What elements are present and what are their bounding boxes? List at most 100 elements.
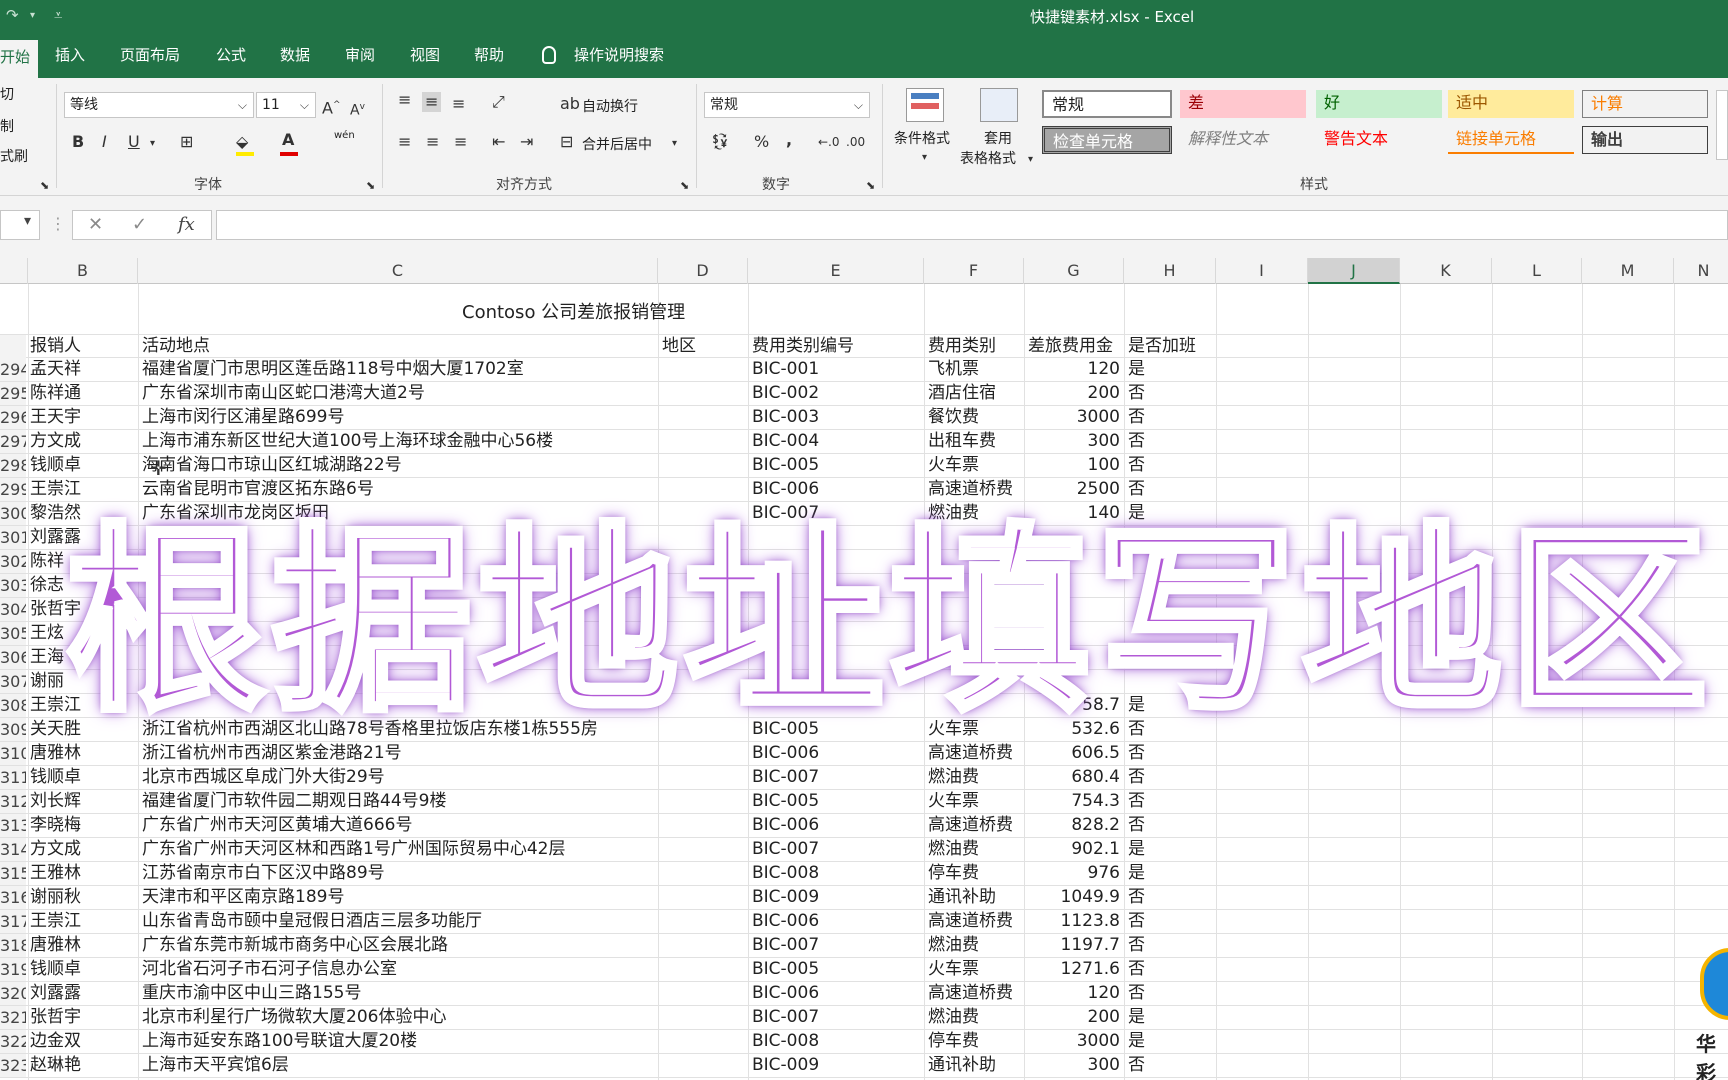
cell-category-code[interactable]: BIC-007 [752,766,819,789]
row-number[interactable]: 306 [0,646,26,669]
cell-amount[interactable]: 680.4 [1024,766,1120,789]
style-linked-cell[interactable]: 链接单元格 [1448,126,1574,154]
cell-overtime[interactable]: 否 [1128,382,1145,405]
col-header-j[interactable]: J [1308,258,1400,284]
cell-category[interactable]: 餐饮费 [928,406,979,429]
cell-location[interactable]: 上海市浦东新区世纪大道100号上海环球金融中心56楼 [142,430,656,453]
cell-overtime[interactable]: 否 [1128,934,1145,957]
alignment-launcher-icon[interactable]: ⬊ [680,176,689,196]
col-header-g[interactable]: G [1024,258,1124,284]
sheet-title[interactable]: Contoso 公司差旅报销管理 [462,298,685,324]
cell-location[interactable]: 广东省深圳市南山区蛇口港湾大道2号 [142,382,656,405]
cell-location[interactable]: 云南省昆明市官渡区拓东路6号 [142,478,656,501]
cut-button[interactable]: 剪切 [0,84,14,104]
row-number[interactable]: 311 [0,766,26,789]
cell-reimburser[interactable]: 唐雅林 [30,934,81,957]
row-number[interactable] [0,335,26,358]
merge-center-button[interactable]: 合并后居中 [582,134,652,154]
align-center-icon[interactable]: ≡ [426,132,439,152]
decrease-decimal-icon[interactable]: .00 [846,132,865,152]
clipboard-launcher-icon[interactable]: ⬊ [40,176,49,196]
cell-overtime[interactable]: 是 [1128,358,1145,381]
row-number[interactable]: 297 [0,430,26,453]
col-header-f[interactable]: F [924,258,1024,284]
cell-category-code[interactable]: BIC-009 [752,1054,819,1077]
style-explanatory[interactable]: 解释性文本 [1180,126,1306,154]
row-number[interactable]: 315 [0,862,26,885]
cell-category[interactable]: 出租车费 [928,430,996,453]
cell-category[interactable]: 火车票 [928,790,979,813]
cell-location[interactable]: 广东省广州市天河区黄埔大道666号 [142,814,656,837]
cell-reimburser[interactable]: 赵琳艳 [30,1054,81,1077]
row-number[interactable]: 302 [0,550,26,573]
cell-amount[interactable]: 120 [1024,982,1120,1005]
row-number[interactable]: 305 [0,622,26,645]
cell-amount[interactable]: 120 [1024,358,1120,381]
row-number[interactable]: 299 [0,478,26,501]
cancel-icon[interactable]: ✕ [88,214,103,235]
cell-reimburser[interactable]: 谢丽 [30,670,64,693]
row-number[interactable]: 323 [0,1054,26,1077]
accounting-format-icon[interactable]: 💱︎ [710,132,730,152]
cell-amount[interactable]: 1123.8 [1024,910,1120,933]
customize-quick-access-icon[interactable]: ⩡ [54,6,62,24]
underline-dropdown-icon[interactable]: ▾ [150,134,155,154]
cell-category-code[interactable]: BIC-005 [752,454,819,477]
cell-reimburser[interactable]: 李晓梅 [30,814,81,837]
cell-reimburser[interactable]: 钱顺卓 [30,766,81,789]
cell-reimburser[interactable]: 徐志 [30,574,64,597]
font-color-icon[interactable]: A [282,130,294,150]
cell-category-code[interactable]: BIC-007 [752,838,819,861]
tab-page-layout[interactable]: 页面布局 [120,42,180,78]
cell-location[interactable]: 上海市延安东路100号联谊大厦20楼 [142,1030,656,1053]
col-header-d[interactable]: D [658,258,748,284]
cell-overtime[interactable]: 否 [1128,430,1145,453]
cell-amount[interactable]: 300 [1024,430,1120,453]
cell-overtime[interactable]: 否 [1128,790,1145,813]
cell-amount[interactable]: 1049.9 [1024,886,1120,909]
cell-category[interactable]: 燃油费 [928,934,979,957]
orientation-icon[interactable]: ⤢ [492,92,505,112]
bold-icon[interactable]: B [72,132,84,152]
format-painter-button[interactable]: 格式刷 [0,146,28,166]
cell-overtime[interactable]: 否 [1128,958,1145,981]
header-reimburser[interactable]: 报销人 [30,335,81,358]
cell-category-code[interactable]: BIC-002 [752,382,819,405]
merge-center-icon[interactable]: ⊟ [560,132,573,152]
cell-location[interactable]: 北京市西城区阜成门外大街29号 [142,766,656,789]
cell-amount[interactable]: 1271.6 [1024,958,1120,981]
cell-reimburser[interactable]: 孟天祥 [30,358,81,381]
cell-amount[interactable]: 902.1 [1024,838,1120,861]
cell-category-code[interactable]: BIC-006 [752,910,819,933]
style-calculation[interactable]: 计算 [1582,90,1708,118]
cell-location[interactable]: 海南省海口市琼山区红城湖路22号 [142,454,656,477]
cell-location[interactable]: 福建省厦门市软件园二期观日路44号9楼 [142,790,656,813]
row-number[interactable]: 308 [0,694,26,717]
col-header-b[interactable]: B [28,258,138,284]
phonetic-guide-button[interactable]: wén [334,130,355,141]
cell-reimburser[interactable]: 陈祥 [30,550,64,573]
row-number[interactable]: 298 [0,454,26,477]
style-neutral[interactable]: 适中 [1448,90,1574,118]
cell-category[interactable]: 酒店住宿 [928,382,996,405]
cell-amount[interactable]: 3000 [1024,1030,1120,1053]
row-number[interactable]: 313 [0,814,26,837]
row-number[interactable]: 318 [0,934,26,957]
cell-category-code[interactable]: BIC-005 [752,958,819,981]
header-region[interactable]: 地区 [662,335,696,358]
cell-category-code[interactable]: BIC-006 [752,982,819,1005]
align-top-icon[interactable]: ≡ [398,90,411,110]
formula-input[interactable] [216,210,1728,240]
cell-location[interactable]: 天津市和平区南京路189号 [142,886,656,909]
font-size-select[interactable]: 11 ⌵ [256,92,316,118]
cell-reimburser[interactable]: 方文成 [30,838,81,861]
align-middle-icon[interactable]: ≡ [422,92,442,112]
cell-category-code[interactable]: BIC-007 [752,934,819,957]
cell-location[interactable]: 山东省青岛市颐中皇冠假日酒店三层多功能厅 [142,910,656,933]
cell-amount[interactable]: 3000 [1024,406,1120,429]
font-name-select[interactable]: 等线 ⌵ [64,92,254,118]
cell-overtime[interactable]: 否 [1128,910,1145,933]
cell-overtime[interactable]: 否 [1128,886,1145,909]
font-launcher-icon[interactable]: ⬊ [366,176,375,196]
cell-category[interactable]: 停车费 [928,862,979,885]
